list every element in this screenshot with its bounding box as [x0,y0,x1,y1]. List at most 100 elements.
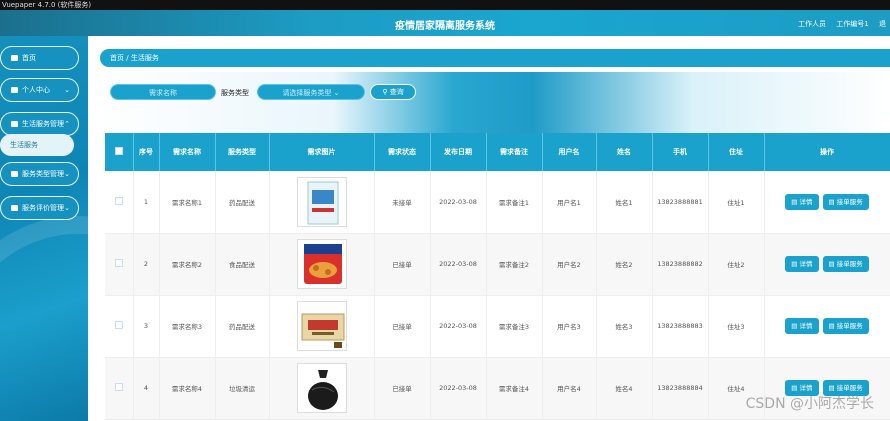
sidebar-item-life-service[interactable]: 生活服务管理 ⌃ [0,112,79,136]
search-name-input[interactable]: 需求名称 [110,84,216,100]
cell-realname: 姓名3 [596,295,653,358]
cell-phone: 13823888884 [652,357,709,420]
detail-button-label: 详情 [799,384,813,392]
row-checkbox[interactable] [105,233,134,296]
document-icon: ▤ [791,384,798,392]
cell-addr: 住址1 [708,171,765,234]
cell-user: 用户名4 [542,357,597,420]
accept-order-button[interactable]: ▤ 接单服务 [822,318,869,334]
cell-status: 已接单 [374,295,431,358]
window-title: Vuepaper 4.7.0 (软件服务) [2,1,92,9]
detail-button-label: 详情 [799,197,813,206]
service-type-label: 服务类型 [221,89,249,97]
cell-date: 2022-03-08 [430,233,487,296]
search-icon: ⚲ [382,88,388,96]
cell-addr: 住址2 [708,233,765,296]
col-header: 发布日期 [430,133,487,171]
cell-addr: 住址3 [708,295,765,358]
chevron-down-icon: ⌄ [64,86,70,94]
table-row: 3 需求名称3 药品配送 已接单 2022-03-08 需求备注3 用户名3 姓… [105,295,890,358]
medicine-carton-image [296,301,347,351]
sidebar-item-home[interactable]: 首页 [0,46,79,70]
sidebar: 首页 个人中心 ⌄ 生活服务管理 ⌃ 生活服务 服务类型管理 ⌄ 服务评价管理 … [0,36,88,421]
user-role: 工作人员 [798,20,827,28]
document-icon: ▤ [791,322,798,330]
col-header: 需求名称 [159,133,216,171]
grid-icon [11,171,18,177]
cell-date: 2022-03-08 [430,357,487,420]
col-header: 服务类型 [215,133,270,171]
cell-user: 用户名1 [542,171,597,234]
detail-button[interactable]: ▤ 详情 [785,193,819,210]
service-type-select[interactable]: 请选择服务类型 ⌄ [257,84,365,100]
chevron-down-icon: ⌄ [64,204,70,212]
row-checkbox[interactable] [105,171,134,234]
cell-index: 2 [133,233,160,296]
user-name: 工作编号1 [836,20,869,28]
chevron-up-icon: ⌃ [64,120,70,128]
header-user-area: 工作人员 工作编号1 退 [790,19,886,29]
col-header: 手机 [652,133,709,171]
snack-bag-image [296,239,347,289]
col-header: 需求备注 [486,133,543,171]
sidebar-item-service-review[interactable]: 服务评价管理 ⌄ [0,196,79,220]
cell-realname: 姓名2 [596,233,653,296]
sidebar-item-label: 个人中心 [22,86,50,94]
document-icon: ▤ [791,260,798,268]
detail-button[interactable]: ▤ 详情 [785,318,819,334]
medicine-box-image [296,176,347,227]
table-row: 2 需求名称2 食品配送 已接单 2022-03-08 需求备注2 用户名2 姓… [105,233,890,296]
checkbox[interactable] [114,383,123,391]
cell-status: 已接单 [374,233,431,296]
accept-order-label: 接单服务 [836,384,863,392]
document-icon: ▤ [828,384,835,392]
table-header-row: 序号 需求名称 服务类型 需求图片 需求状态 发布日期 需求备注 用户名 姓名 … [105,133,890,171]
cell-phone: 13823888881 [652,171,709,234]
cell-actions: ▤ 详情 ▤ 接单服务 [764,295,890,358]
cell-image [269,357,375,420]
col-header: 需求状态 [374,133,431,171]
chevron-down-icon: ⌄ [333,89,340,97]
document-icon: ▤ [828,197,835,206]
document-icon: ▤ [828,260,835,268]
demand-table: 序号 需求名称 服务类型 需求图片 需求状态 发布日期 需求备注 用户名 姓名 … [105,133,890,420]
cell-image [269,233,375,296]
list-icon [11,121,18,127]
checkbox[interactable] [114,321,123,329]
cell-name: 需求名称4 [159,357,216,420]
detail-button[interactable]: ▤ 详情 [785,256,819,272]
col-header: 序号 [133,133,160,171]
home-icon [11,55,18,61]
accept-order-button[interactable]: ▤ 接单服务 [822,193,869,210]
cell-phone: 13823888882 [652,233,709,296]
checkbox[interactable] [114,196,123,205]
checkbox[interactable] [114,147,123,155]
search-button[interactable]: ⚲ 查询 [370,84,416,100]
select-all-checkbox[interactable] [105,133,134,171]
app-title: 疫情居家隔离服务系统 [395,21,495,32]
accept-order-button[interactable]: ▤ 接单服务 [822,256,869,272]
row-checkbox[interactable] [105,295,134,358]
detail-button-label: 详情 [799,260,813,268]
checkbox[interactable] [114,259,123,267]
cell-date: 2022-03-08 [430,295,487,358]
accept-order-label: 接单服务 [836,197,863,206]
search-button-label: 查询 [389,88,404,96]
cell-user: 用户名2 [542,233,597,296]
logout-link[interactable]: 退 [879,20,886,28]
sidebar-item-personal-center[interactable]: 个人中心 ⌄ [0,78,79,102]
cell-actions: ▤ 详情 ▤ 接单服务 [764,171,890,234]
cell-status: 未接单 [374,171,431,234]
table-row: 1 需求名称1 药品配送 未接单 2022-03-08 需求备注1 用户名1 姓… [105,171,890,234]
cell-note: 需求备注3 [486,295,543,358]
cell-name: 需求名称2 [159,233,216,296]
cell-user: 用户名3 [542,295,597,358]
breadcrumb-home[interactable]: 首页 [110,54,124,62]
sidebar-item-label: 服务评价管理 [22,204,64,212]
sidebar-item-service-type[interactable]: 服务类型管理 ⌄ [0,162,79,186]
row-checkbox[interactable] [105,357,134,420]
cell-image [269,295,375,358]
submenu-life-service[interactable]: 生活服务 [0,134,74,156]
apps-icon [11,205,18,211]
sidebar-item-label: 服务类型管理 [22,170,64,178]
